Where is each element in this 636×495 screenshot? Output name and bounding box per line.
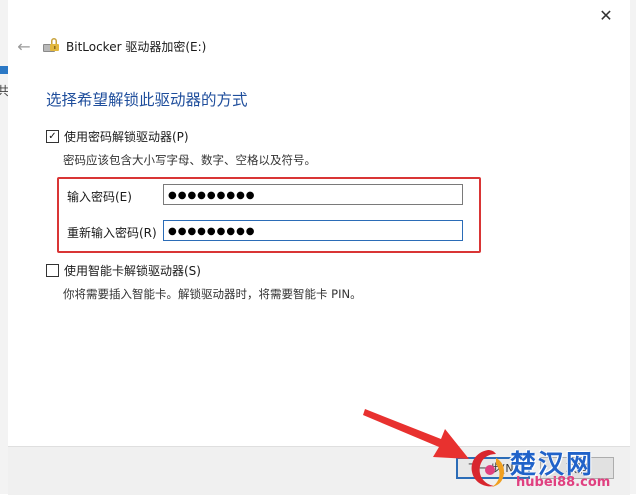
- window-title: BitLocker 驱动器加密(E:): [66, 40, 207, 54]
- enter-password-label: 输入密码(E): [67, 190, 132, 204]
- bitlocker-icon: [43, 38, 59, 52]
- close-icon: ✕: [599, 5, 613, 25]
- watermark-url: hubei88.com: [516, 475, 611, 490]
- smartcard-checkbox[interactable]: [46, 264, 59, 277]
- site-watermark: 楚汉网 hubei88.com: [466, 446, 632, 490]
- close-button[interactable]: ✕: [586, 0, 626, 30]
- checkmark-icon: ✓: [48, 130, 57, 142]
- password-hint: 密码应该包含大小写字母、数字、空格以及符号。: [63, 153, 316, 167]
- reenter-password-input[interactable]: ●●●●●●●●●: [163, 220, 463, 241]
- red-arrow-annotation: [363, 409, 469, 459]
- background-window-strip-right: [629, 0, 636, 494]
- password-checkbox[interactable]: ✓: [46, 130, 59, 143]
- background-accent: [0, 66, 8, 74]
- back-arrow-icon: ←: [17, 36, 31, 56]
- back-button[interactable]: ←: [14, 36, 34, 56]
- enter-password-input[interactable]: ●●●●●●●●●: [163, 184, 463, 205]
- smartcard-hint: 你将需要插入智能卡。解锁驱动器时，将需要智能卡 PIN。: [63, 287, 362, 301]
- smartcard-option-row[interactable]: 使用智能卡解锁驱动器(S): [46, 262, 201, 279]
- reenter-password-label: 重新输入密码(R): [67, 226, 157, 240]
- page-heading: 选择希望解锁此驱动器的方式: [46, 91, 248, 109]
- watermark-logo-icon: [471, 450, 504, 487]
- bitlocker-dialog: ✕ ← BitLocker 驱动器加密(E:) 选择希望解锁此驱动器的方式 ✓ …: [8, 0, 630, 495]
- password-option-row[interactable]: ✓ 使用密码解锁驱动器(P): [46, 128, 189, 145]
- smartcard-option-label: 使用智能卡解锁驱动器(S): [64, 264, 201, 278]
- password-option-label: 使用密码解锁驱动器(P): [64, 130, 189, 144]
